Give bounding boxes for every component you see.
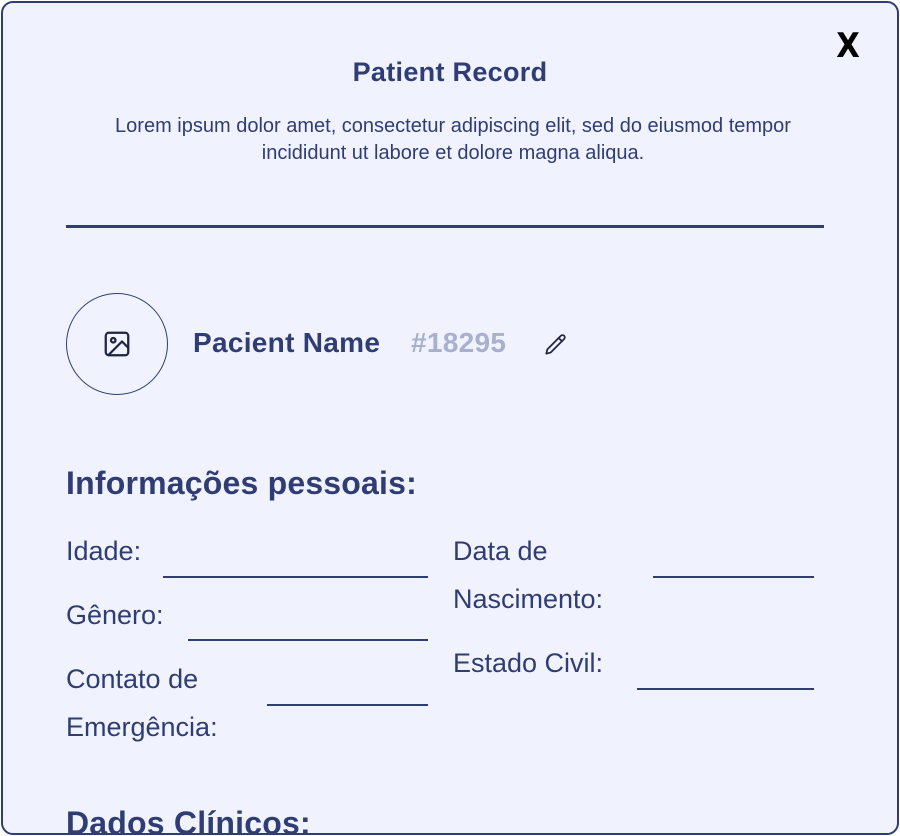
patient-id: #18295 bbox=[411, 327, 507, 358]
genero-label: Gênero: bbox=[66, 600, 164, 630]
nascimento-field[interactable] bbox=[653, 576, 814, 578]
image-icon bbox=[104, 331, 130, 357]
contato-label-line1: Contato de bbox=[66, 664, 199, 694]
nascimento-label-line2: Nascimento: bbox=[453, 584, 604, 614]
modal-subtitle: Lorem ipsum dolor amet, consectetur adip… bbox=[115, 115, 791, 164]
estado-civil-field[interactable] bbox=[637, 688, 814, 690]
pencil-icon bbox=[545, 334, 566, 355]
idade-label: Idade: bbox=[66, 536, 142, 566]
idade-field[interactable] bbox=[163, 576, 428, 578]
contato-field[interactable] bbox=[267, 704, 428, 706]
avatar[interactable] bbox=[66, 293, 168, 395]
personal-info-title: Informações pessoais: bbox=[66, 465, 417, 501]
patient-name: Pacient Name bbox=[193, 327, 381, 358]
header-divider bbox=[66, 225, 824, 228]
patient-record-modal: X Patient Record Lorem ipsum dolor amet,… bbox=[1, 1, 899, 835]
modal-title: Patient Record bbox=[352, 57, 548, 87]
clinical-data-title: Dados Clínicos: bbox=[66, 805, 311, 835]
estado-civil-label: Estado Civil: bbox=[453, 648, 604, 678]
edit-name-button[interactable] bbox=[543, 332, 569, 363]
nascimento-label-line1: Data de bbox=[453, 536, 548, 566]
genero-field[interactable] bbox=[188, 639, 428, 641]
contato-label-line2: Emergência: bbox=[66, 712, 218, 742]
